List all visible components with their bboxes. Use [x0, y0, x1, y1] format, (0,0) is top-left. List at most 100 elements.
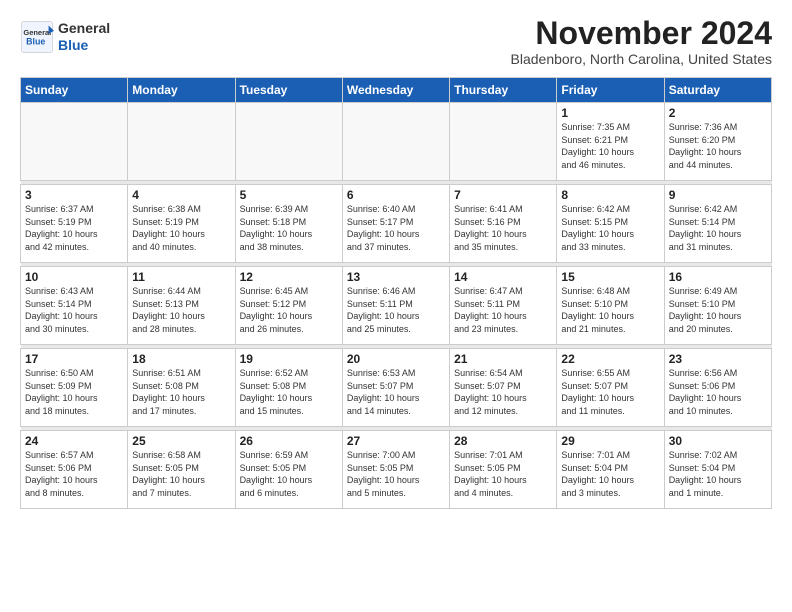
calendar-cell: 12Sunrise: 6:45 AM Sunset: 5:12 PM Dayli…	[235, 267, 342, 345]
day-number: 24	[25, 434, 123, 448]
header-thursday: Thursday	[450, 78, 557, 103]
header-saturday: Saturday	[664, 78, 771, 103]
day-number: 5	[240, 188, 338, 202]
calendar-cell: 6Sunrise: 6:40 AM Sunset: 5:17 PM Daylig…	[342, 185, 449, 263]
day-info: Sunrise: 6:43 AM Sunset: 5:14 PM Dayligh…	[25, 285, 123, 335]
calendar-cell	[128, 103, 235, 181]
logo-general: General	[58, 20, 110, 37]
calendar-cell	[21, 103, 128, 181]
calendar-header-row: Sunday Monday Tuesday Wednesday Thursday…	[21, 78, 772, 103]
day-info: Sunrise: 6:48 AM Sunset: 5:10 PM Dayligh…	[561, 285, 659, 335]
day-number: 19	[240, 352, 338, 366]
day-info: Sunrise: 6:56 AM Sunset: 5:06 PM Dayligh…	[669, 367, 767, 417]
calendar-cell: 26Sunrise: 6:59 AM Sunset: 5:05 PM Dayli…	[235, 431, 342, 509]
day-number: 11	[132, 270, 230, 284]
calendar-cell	[450, 103, 557, 181]
calendar-cell: 9Sunrise: 6:42 AM Sunset: 5:14 PM Daylig…	[664, 185, 771, 263]
day-number: 30	[669, 434, 767, 448]
calendar-cell: 27Sunrise: 7:00 AM Sunset: 5:05 PM Dayli…	[342, 431, 449, 509]
week-row-2: 3Sunrise: 6:37 AM Sunset: 5:19 PM Daylig…	[21, 185, 772, 263]
day-info: Sunrise: 6:55 AM Sunset: 5:07 PM Dayligh…	[561, 367, 659, 417]
day-number: 7	[454, 188, 552, 202]
calendar-cell	[342, 103, 449, 181]
day-info: Sunrise: 6:53 AM Sunset: 5:07 PM Dayligh…	[347, 367, 445, 417]
day-info: Sunrise: 6:41 AM Sunset: 5:16 PM Dayligh…	[454, 203, 552, 253]
day-number: 8	[561, 188, 659, 202]
week-row-4: 17Sunrise: 6:50 AM Sunset: 5:09 PM Dayli…	[21, 349, 772, 427]
day-info: Sunrise: 6:59 AM Sunset: 5:05 PM Dayligh…	[240, 449, 338, 499]
calendar-cell: 24Sunrise: 6:57 AM Sunset: 5:06 PM Dayli…	[21, 431, 128, 509]
svg-text:Blue: Blue	[26, 36, 45, 46]
day-info: Sunrise: 6:42 AM Sunset: 5:14 PM Dayligh…	[669, 203, 767, 253]
logo: General Blue General Blue	[20, 20, 110, 54]
day-number: 23	[669, 352, 767, 366]
day-number: 3	[25, 188, 123, 202]
day-number: 28	[454, 434, 552, 448]
day-info: Sunrise: 6:38 AM Sunset: 5:19 PM Dayligh…	[132, 203, 230, 253]
day-number: 6	[347, 188, 445, 202]
day-info: Sunrise: 6:49 AM Sunset: 5:10 PM Dayligh…	[669, 285, 767, 335]
calendar-cell: 1Sunrise: 7:35 AM Sunset: 6:21 PM Daylig…	[557, 103, 664, 181]
day-number: 10	[25, 270, 123, 284]
calendar-cell: 28Sunrise: 7:01 AM Sunset: 5:05 PM Dayli…	[450, 431, 557, 509]
calendar-cell: 4Sunrise: 6:38 AM Sunset: 5:19 PM Daylig…	[128, 185, 235, 263]
header-wednesday: Wednesday	[342, 78, 449, 103]
day-number: 13	[347, 270, 445, 284]
day-number: 4	[132, 188, 230, 202]
day-info: Sunrise: 6:40 AM Sunset: 5:17 PM Dayligh…	[347, 203, 445, 253]
calendar-cell: 8Sunrise: 6:42 AM Sunset: 5:15 PM Daylig…	[557, 185, 664, 263]
day-info: Sunrise: 6:51 AM Sunset: 5:08 PM Dayligh…	[132, 367, 230, 417]
calendar-cell: 20Sunrise: 6:53 AM Sunset: 5:07 PM Dayli…	[342, 349, 449, 427]
day-number: 26	[240, 434, 338, 448]
calendar-cell: 30Sunrise: 7:02 AM Sunset: 5:04 PM Dayli…	[664, 431, 771, 509]
calendar-cell	[235, 103, 342, 181]
calendar-cell: 7Sunrise: 6:41 AM Sunset: 5:16 PM Daylig…	[450, 185, 557, 263]
header-monday: Monday	[128, 78, 235, 103]
calendar-cell: 10Sunrise: 6:43 AM Sunset: 5:14 PM Dayli…	[21, 267, 128, 345]
calendar-cell: 25Sunrise: 6:58 AM Sunset: 5:05 PM Dayli…	[128, 431, 235, 509]
day-number: 15	[561, 270, 659, 284]
day-number: 25	[132, 434, 230, 448]
day-info: Sunrise: 6:57 AM Sunset: 5:06 PM Dayligh…	[25, 449, 123, 499]
logo-blue: Blue	[58, 37, 110, 54]
day-info: Sunrise: 7:01 AM Sunset: 5:05 PM Dayligh…	[454, 449, 552, 499]
calendar-cell: 17Sunrise: 6:50 AM Sunset: 5:09 PM Dayli…	[21, 349, 128, 427]
day-info: Sunrise: 6:45 AM Sunset: 5:12 PM Dayligh…	[240, 285, 338, 335]
svg-text:General: General	[23, 28, 51, 37]
day-info: Sunrise: 7:36 AM Sunset: 6:20 PM Dayligh…	[669, 121, 767, 171]
day-info: Sunrise: 6:47 AM Sunset: 5:11 PM Dayligh…	[454, 285, 552, 335]
calendar-cell: 21Sunrise: 6:54 AM Sunset: 5:07 PM Dayli…	[450, 349, 557, 427]
day-number: 14	[454, 270, 552, 284]
day-number: 2	[669, 106, 767, 120]
day-number: 22	[561, 352, 659, 366]
day-number: 17	[25, 352, 123, 366]
day-info: Sunrise: 6:39 AM Sunset: 5:18 PM Dayligh…	[240, 203, 338, 253]
header-tuesday: Tuesday	[235, 78, 342, 103]
day-info: Sunrise: 6:42 AM Sunset: 5:15 PM Dayligh…	[561, 203, 659, 253]
day-info: Sunrise: 6:58 AM Sunset: 5:05 PM Dayligh…	[132, 449, 230, 499]
calendar-cell: 23Sunrise: 6:56 AM Sunset: 5:06 PM Dayli…	[664, 349, 771, 427]
calendar-cell: 22Sunrise: 6:55 AM Sunset: 5:07 PM Dayli…	[557, 349, 664, 427]
day-info: Sunrise: 7:01 AM Sunset: 5:04 PM Dayligh…	[561, 449, 659, 499]
day-info: Sunrise: 6:50 AM Sunset: 5:09 PM Dayligh…	[25, 367, 123, 417]
day-info: Sunrise: 6:44 AM Sunset: 5:13 PM Dayligh…	[132, 285, 230, 335]
day-info: Sunrise: 6:54 AM Sunset: 5:07 PM Dayligh…	[454, 367, 552, 417]
day-number: 12	[240, 270, 338, 284]
header-sunday: Sunday	[21, 78, 128, 103]
location-subtitle: Bladenboro, North Carolina, United State…	[511, 51, 772, 67]
calendar-cell: 13Sunrise: 6:46 AM Sunset: 5:11 PM Dayli…	[342, 267, 449, 345]
title-block: November 2024 Bladenboro, North Carolina…	[511, 16, 772, 67]
header-friday: Friday	[557, 78, 664, 103]
calendar-table: Sunday Monday Tuesday Wednesday Thursday…	[20, 77, 772, 509]
day-info: Sunrise: 7:00 AM Sunset: 5:05 PM Dayligh…	[347, 449, 445, 499]
calendar-cell: 14Sunrise: 6:47 AM Sunset: 5:11 PM Dayli…	[450, 267, 557, 345]
calendar-cell: 11Sunrise: 6:44 AM Sunset: 5:13 PM Dayli…	[128, 267, 235, 345]
page-container: General Blue General Blue November 2024 …	[0, 0, 792, 519]
logo-svg: General Blue	[20, 20, 54, 54]
day-number: 18	[132, 352, 230, 366]
calendar-cell: 19Sunrise: 6:52 AM Sunset: 5:08 PM Dayli…	[235, 349, 342, 427]
day-number: 21	[454, 352, 552, 366]
calendar-cell: 29Sunrise: 7:01 AM Sunset: 5:04 PM Dayli…	[557, 431, 664, 509]
header: General Blue General Blue November 2024 …	[20, 16, 772, 67]
calendar-cell: 16Sunrise: 6:49 AM Sunset: 5:10 PM Dayli…	[664, 267, 771, 345]
